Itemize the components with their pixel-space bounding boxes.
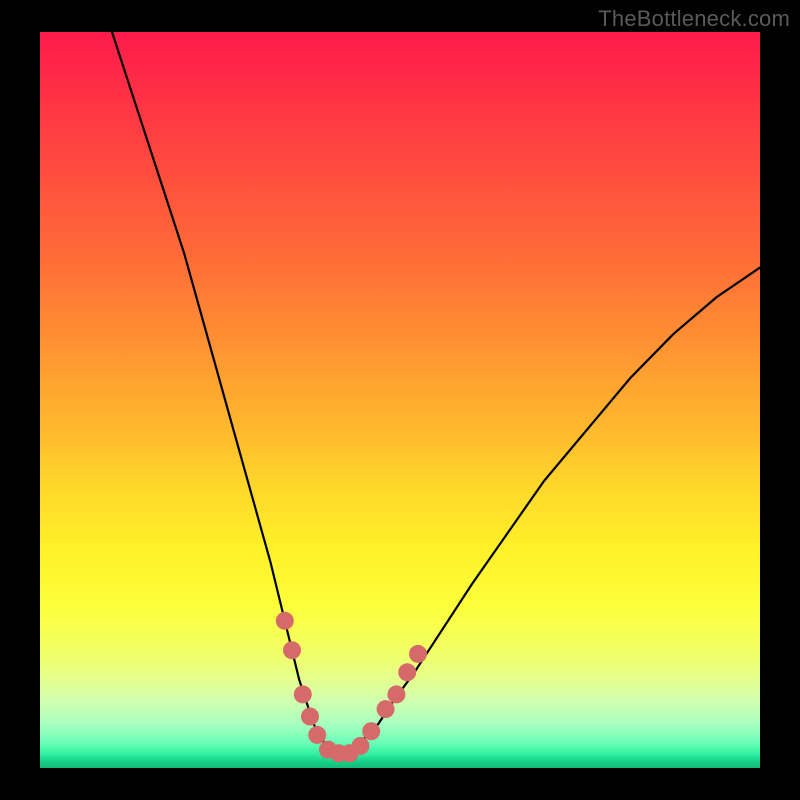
- curve-marker: [294, 685, 312, 703]
- bottleneck-curve: [112, 32, 760, 753]
- curve-marker: [362, 722, 380, 740]
- plot-area: [40, 32, 760, 768]
- curve-marker: [398, 663, 416, 681]
- curve-marker: [276, 612, 294, 630]
- curve-marker: [283, 641, 301, 659]
- curve-marker: [387, 685, 405, 703]
- chart-frame: TheBottleneck.com: [0, 0, 800, 800]
- curve-marker: [308, 726, 326, 744]
- bottleneck-curve-svg: [40, 32, 760, 768]
- curve-marker: [377, 700, 395, 718]
- watermark-text: TheBottleneck.com: [598, 6, 790, 32]
- curve-marker: [409, 645, 427, 663]
- curve-marker: [351, 737, 369, 755]
- curve-marker: [301, 708, 319, 726]
